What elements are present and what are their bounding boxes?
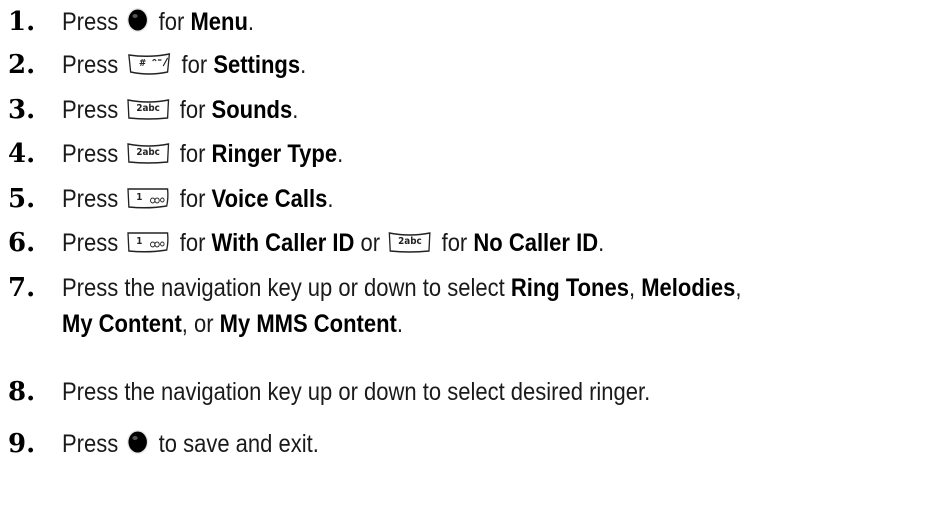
key-2abc-icon: 2abc xyxy=(388,230,432,254)
nav-select-key-icon xyxy=(126,429,149,455)
sounds-label: Sounds xyxy=(211,96,293,124)
step-number: 6. xyxy=(8,228,36,258)
key-2abc-icon: 2abc xyxy=(126,141,170,165)
step-text: Press the navigation key up or down to s… xyxy=(62,378,651,406)
ringer-type-label: Ringer Type xyxy=(211,140,338,168)
step-number: 5. xyxy=(8,184,36,214)
key-1-icon: 1 xyxy=(126,186,170,210)
voice-calls-label: Voice Calls xyxy=(211,185,328,213)
step-number: 3. xyxy=(8,95,36,125)
step-text: Press to save and exit. xyxy=(62,429,319,458)
hash-key-icon: # xyxy=(126,52,172,76)
nav-select-key-icon xyxy=(126,7,149,33)
menu-label: Menu xyxy=(190,8,248,36)
step-number: 2. xyxy=(8,50,36,80)
step-number: 7. xyxy=(8,273,36,303)
step-text: Press the navigation key up or down to s… xyxy=(62,274,742,338)
step-number: 8. xyxy=(8,377,36,407)
step-text: Press 1 for Voice Calls. xyxy=(62,185,334,213)
settings-label: Settings xyxy=(213,51,301,79)
key-1-icon: 1 xyxy=(126,230,170,254)
step-text: Press 2abc for Sounds. xyxy=(62,96,299,124)
step-text: Press 1 for With Caller ID or 2abc for N… xyxy=(62,229,605,257)
my-mms-content-label: My MMS Content xyxy=(219,310,397,338)
ring-tones-label: Ring Tones xyxy=(510,274,629,302)
melodies-label: Melodies xyxy=(641,274,736,302)
step-number: 4. xyxy=(8,139,36,169)
step-text: Press # for Settings. xyxy=(62,51,307,79)
step-text: Press 2abc for Ringer Type. xyxy=(62,140,344,168)
step-number: 9. xyxy=(8,429,36,459)
my-content-label: My Content xyxy=(62,310,182,338)
step-text: Press for Menu. xyxy=(62,7,255,36)
with-caller-id-label: With Caller ID xyxy=(211,229,355,257)
key-2abc-icon: 2abc xyxy=(126,97,170,121)
step-number: 1. xyxy=(8,7,36,37)
no-caller-id-label: No Caller ID xyxy=(473,229,599,257)
